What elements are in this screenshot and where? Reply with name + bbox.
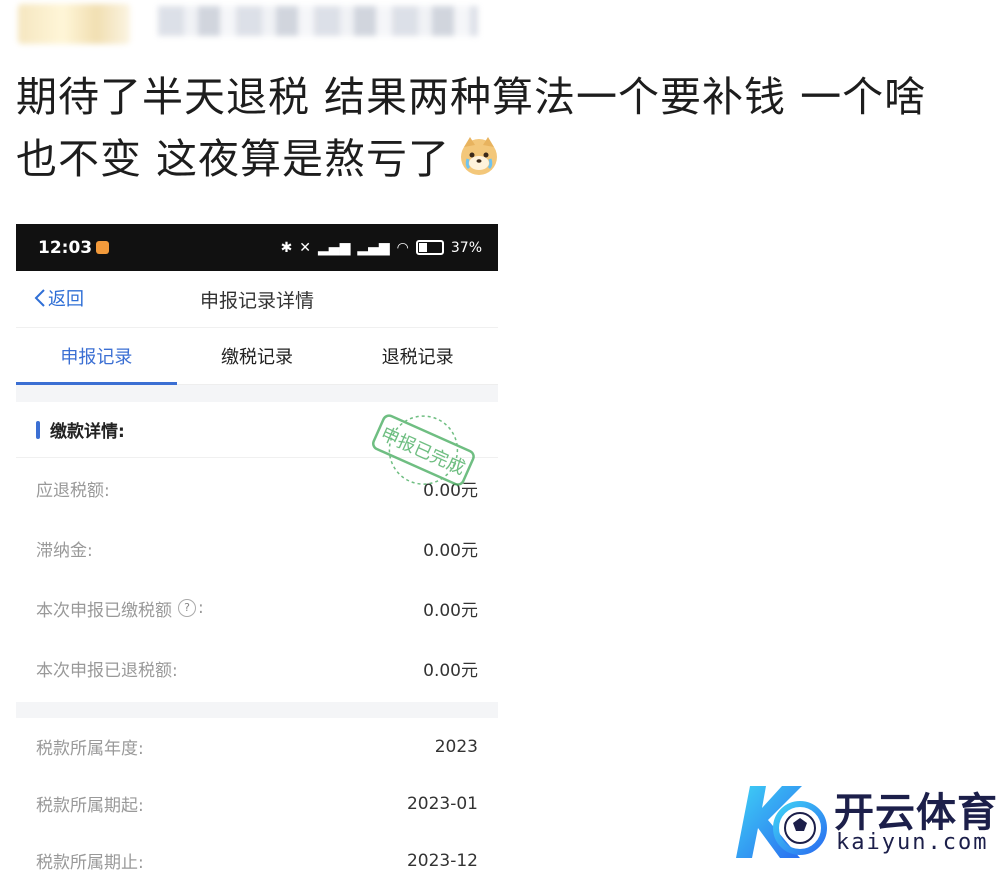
nav-bar: 返回 申报记录详情 xyxy=(16,271,498,328)
status-icons: ✱ ✕ ▂▄▆ ▂▄▆ ◠ 37% xyxy=(281,240,482,256)
tab-bar: 申报记录 缴税记录 退税记录 xyxy=(16,328,498,385)
section-title: 缴款详情: xyxy=(50,422,125,442)
signal-2-icon: ▂▄▆ xyxy=(357,239,390,256)
row-value: 0.00元 xyxy=(423,600,478,621)
detail-row: 本次申报已缴税额 ? : 0.00元 xyxy=(16,578,498,638)
row-label: 应退税额: xyxy=(36,480,110,501)
wifi-icon: ◠ xyxy=(396,239,409,256)
row-value: 2023-12 xyxy=(406,850,478,871)
row-label: 滞纳金: xyxy=(36,540,93,561)
status-bar: 12:03 ✱ ✕ ▂▄▆ ▂▄▆ ◠ 37% xyxy=(16,224,498,271)
detail-row: 滞纳金: 0.00元 xyxy=(16,518,498,578)
row-value: 0.00元 xyxy=(423,540,478,561)
section-header: 缴款详情: xyxy=(16,402,498,458)
bluetooth-icon: ✱ xyxy=(280,239,293,256)
row-value: 0.00元 xyxy=(423,480,478,501)
tab-tax-payment-records[interactable]: 缴税记录 xyxy=(177,328,338,384)
row-label-suffix: : xyxy=(198,598,204,618)
kaiyun-watermark: 开云体育 kaiyun.com xyxy=(722,776,1002,866)
mute-icon: ✕ xyxy=(299,239,312,256)
post-line-2: 也不变 这夜算是熬亏了 xyxy=(16,135,451,183)
watermark-domain: kaiyun.com xyxy=(836,830,989,855)
detail-row: 税款所属年度: 2023 xyxy=(16,718,498,775)
row-label: 税款所属年度: xyxy=(36,739,144,759)
row-label-wrap: 本次申报已缴税额 ? : xyxy=(36,596,204,621)
app-notification-icon xyxy=(96,241,110,254)
row-label: 本次申报已缴税额 xyxy=(36,600,172,621)
detail-row: 税款所属期起: 2023-01 xyxy=(16,775,498,832)
crying-dog-emoji-icon xyxy=(456,133,502,179)
tab-tax-refund-records[interactable]: 退税记录 xyxy=(337,328,498,384)
back-label: 返回 xyxy=(48,289,84,310)
kaiyun-logo-icon xyxy=(736,786,827,858)
post-text: 期待了半天退税 结果两种算法一个要补钱 一个啥 也不变 这夜算是熬亏了 xyxy=(16,66,976,190)
back-button[interactable]: 返回 xyxy=(34,285,84,311)
row-value: 0.00元 xyxy=(423,660,478,681)
row-label: 税款所属期止: xyxy=(36,853,144,873)
row-label: 税款所属期起: xyxy=(36,796,144,816)
detail-row: 税款所属期止: 2023-12 xyxy=(16,832,498,875)
blurred-username xyxy=(158,6,478,36)
battery-icon xyxy=(415,240,444,255)
signal-icon: ▂▄▆ xyxy=(318,239,351,256)
tab-declaration-records[interactable]: 申报记录 xyxy=(16,328,177,385)
row-value: 2023 xyxy=(434,736,478,757)
page-title: 申报记录详情 xyxy=(199,289,314,312)
post-line-1: 期待了半天退税 结果两种算法一个要补钱 一个啥 xyxy=(16,73,927,121)
chevron-left-icon xyxy=(34,289,45,307)
status-time: 12:03 xyxy=(38,237,93,258)
phone-screenshot: 12:03 ✱ ✕ ▂▄▆ ▂▄▆ ◠ 37% 返回 申报记录详情 申报记录 缴… xyxy=(16,224,498,875)
row-label: 本次申报已退税额: xyxy=(36,660,178,681)
blurred-avatar xyxy=(18,4,130,44)
section-accent-bar xyxy=(36,420,40,439)
detail-row: 应退税额: 0.00元 xyxy=(16,458,498,518)
help-icon[interactable]: ? xyxy=(178,599,196,617)
section-divider-2 xyxy=(16,702,498,718)
detail-row: 本次申报已退税额: 0.00元 xyxy=(16,638,498,698)
row-value: 2023-01 xyxy=(406,793,478,814)
battery-level: 37% xyxy=(450,239,482,256)
post-line-2-wrap: 也不变 这夜算是熬亏了 xyxy=(16,128,976,190)
section-divider xyxy=(16,385,498,402)
